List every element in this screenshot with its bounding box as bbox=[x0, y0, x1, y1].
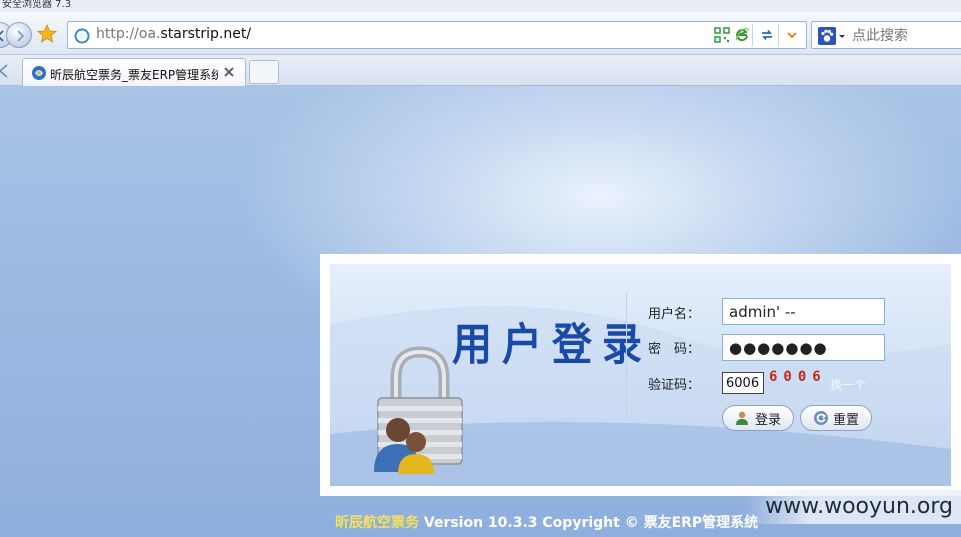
tab-active[interactable]: 昕辰航空票务_票友ERP管理系统 bbox=[22, 58, 246, 86]
search-engine-selector[interactable] bbox=[818, 26, 850, 46]
username-input[interactable] bbox=[722, 298, 885, 325]
captcha-image[interactable]: 6006 bbox=[766, 369, 828, 395]
tab-bar: 昕辰航空票务_票友ERP管理系统 bbox=[0, 55, 961, 86]
password-label: 密 码： bbox=[648, 342, 701, 357]
address-tools bbox=[714, 27, 750, 45]
address-separator bbox=[778, 24, 779, 46]
tab-favicon bbox=[32, 66, 46, 80]
user-login-icon bbox=[735, 411, 748, 425]
reset-button[interactable]: 重置 bbox=[800, 405, 872, 431]
refresh-button[interactable] bbox=[756, 24, 778, 46]
forward-icon bbox=[17, 30, 25, 42]
login-button-label: 登录 bbox=[754, 412, 781, 428]
favorite-star-icon[interactable] bbox=[37, 24, 57, 44]
address-separator bbox=[752, 24, 753, 46]
qr-code-icon[interactable] bbox=[714, 27, 730, 43]
window-title: 安全浏览器 7.3 bbox=[0, 0, 961, 12]
footer-copyright: 昕辰航空票务 Version 10.3.3 Copyright © 票友ERP管… bbox=[0, 512, 961, 532]
captcha-refresh-link[interactable]: 换一个 bbox=[830, 376, 866, 393]
captcha-label: 验证码： bbox=[648, 378, 701, 393]
login-title: 用户登录 bbox=[452, 320, 652, 371]
footer-company: 昕辰航空票务 bbox=[335, 515, 419, 531]
tab-scroll-left-icon[interactable] bbox=[0, 61, 10, 81]
close-icon[interactable] bbox=[222, 65, 236, 79]
ie-compat-icon[interactable] bbox=[734, 27, 750, 43]
chevron-down-icon bbox=[839, 35, 845, 38]
globe-icon bbox=[74, 28, 90, 44]
url-prefix: http://oa. bbox=[96, 26, 161, 42]
reset-icon bbox=[813, 411, 828, 425]
new-tab-button[interactable] bbox=[249, 60, 279, 84]
refresh-icon bbox=[762, 29, 772, 41]
tab-title: 昕辰航空票务_票友ERP管理系统 bbox=[50, 68, 218, 82]
reset-button-label: 重置 bbox=[832, 412, 859, 428]
web-page: 用户登录 用户名： 密 码： 验证码： 6006 换一个 登录 bbox=[0, 86, 961, 537]
username-label: 用户名： bbox=[648, 307, 701, 322]
panel-divider bbox=[626, 292, 627, 422]
search-box[interactable] bbox=[811, 21, 961, 49]
forward-button[interactable] bbox=[6, 22, 32, 48]
url-domain: starstrip.net/ bbox=[160, 26, 252, 42]
password-input[interactable] bbox=[722, 334, 885, 361]
address-input[interactable]: http://oa.starstrip.net/ bbox=[96, 26, 696, 46]
login-frame: 用户登录 用户名： 密 码： 验证码： 6006 换一个 登录 bbox=[320, 254, 961, 496]
address-dropdown-button[interactable] bbox=[781, 24, 803, 46]
captcha-input[interactable] bbox=[722, 372, 764, 394]
search-input[interactable] bbox=[852, 26, 961, 46]
footer-version: Version 10.3.3 Copyright © 票友ERP管理系统 bbox=[419, 515, 759, 531]
login-panel: 用户登录 用户名： 密 码： 验证码： 6006 换一个 登录 bbox=[330, 264, 951, 486]
dropdown-icon bbox=[787, 32, 797, 39]
browser-toolbar: http://oa.starstrip.net/ bbox=[0, 12, 961, 55]
login-button[interactable]: 登录 bbox=[722, 405, 794, 431]
address-bar[interactable]: http://oa.starstrip.net/ bbox=[67, 21, 807, 49]
paw-search-icon bbox=[818, 27, 836, 45]
